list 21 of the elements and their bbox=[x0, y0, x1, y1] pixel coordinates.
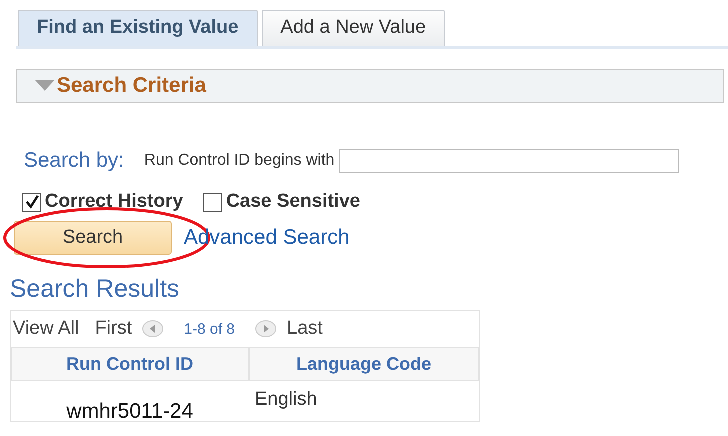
tab[interactable]: Add a New Value bbox=[262, 10, 446, 46]
first-link[interactable]: First bbox=[95, 318, 132, 340]
field-label: Run Control ID begins with bbox=[144, 152, 335, 170]
table-cell[interactable]: English bbox=[249, 381, 479, 421]
checkbox[interactable] bbox=[203, 192, 222, 212]
search-criteria-bar[interactable]: Search Criteria bbox=[16, 69, 724, 103]
view-all-link[interactable]: View All bbox=[13, 318, 80, 340]
checkbox[interactable] bbox=[22, 192, 41, 212]
last-link[interactable]: Last bbox=[287, 318, 323, 340]
search-by-label: Search by: bbox=[24, 149, 124, 173]
range-text: 1-8 of 8 bbox=[184, 320, 235, 338]
table-cell[interactable]: wmhr5011-24 bbox=[11, 381, 249, 421]
search-button[interactable]: Search bbox=[14, 221, 172, 255]
column-header: Language Code bbox=[249, 347, 479, 381]
section-title: Search Criteria bbox=[57, 74, 206, 98]
run-control-id-input[interactable] bbox=[338, 149, 679, 173]
tab[interactable]: Find an Existing Value bbox=[18, 10, 258, 46]
results-title: Search Results bbox=[10, 275, 181, 304]
checkbox-label: Correct History bbox=[45, 191, 184, 213]
column-header: Run Control ID bbox=[11, 347, 249, 381]
checkbox-label: Case Sensitive bbox=[226, 191, 360, 213]
